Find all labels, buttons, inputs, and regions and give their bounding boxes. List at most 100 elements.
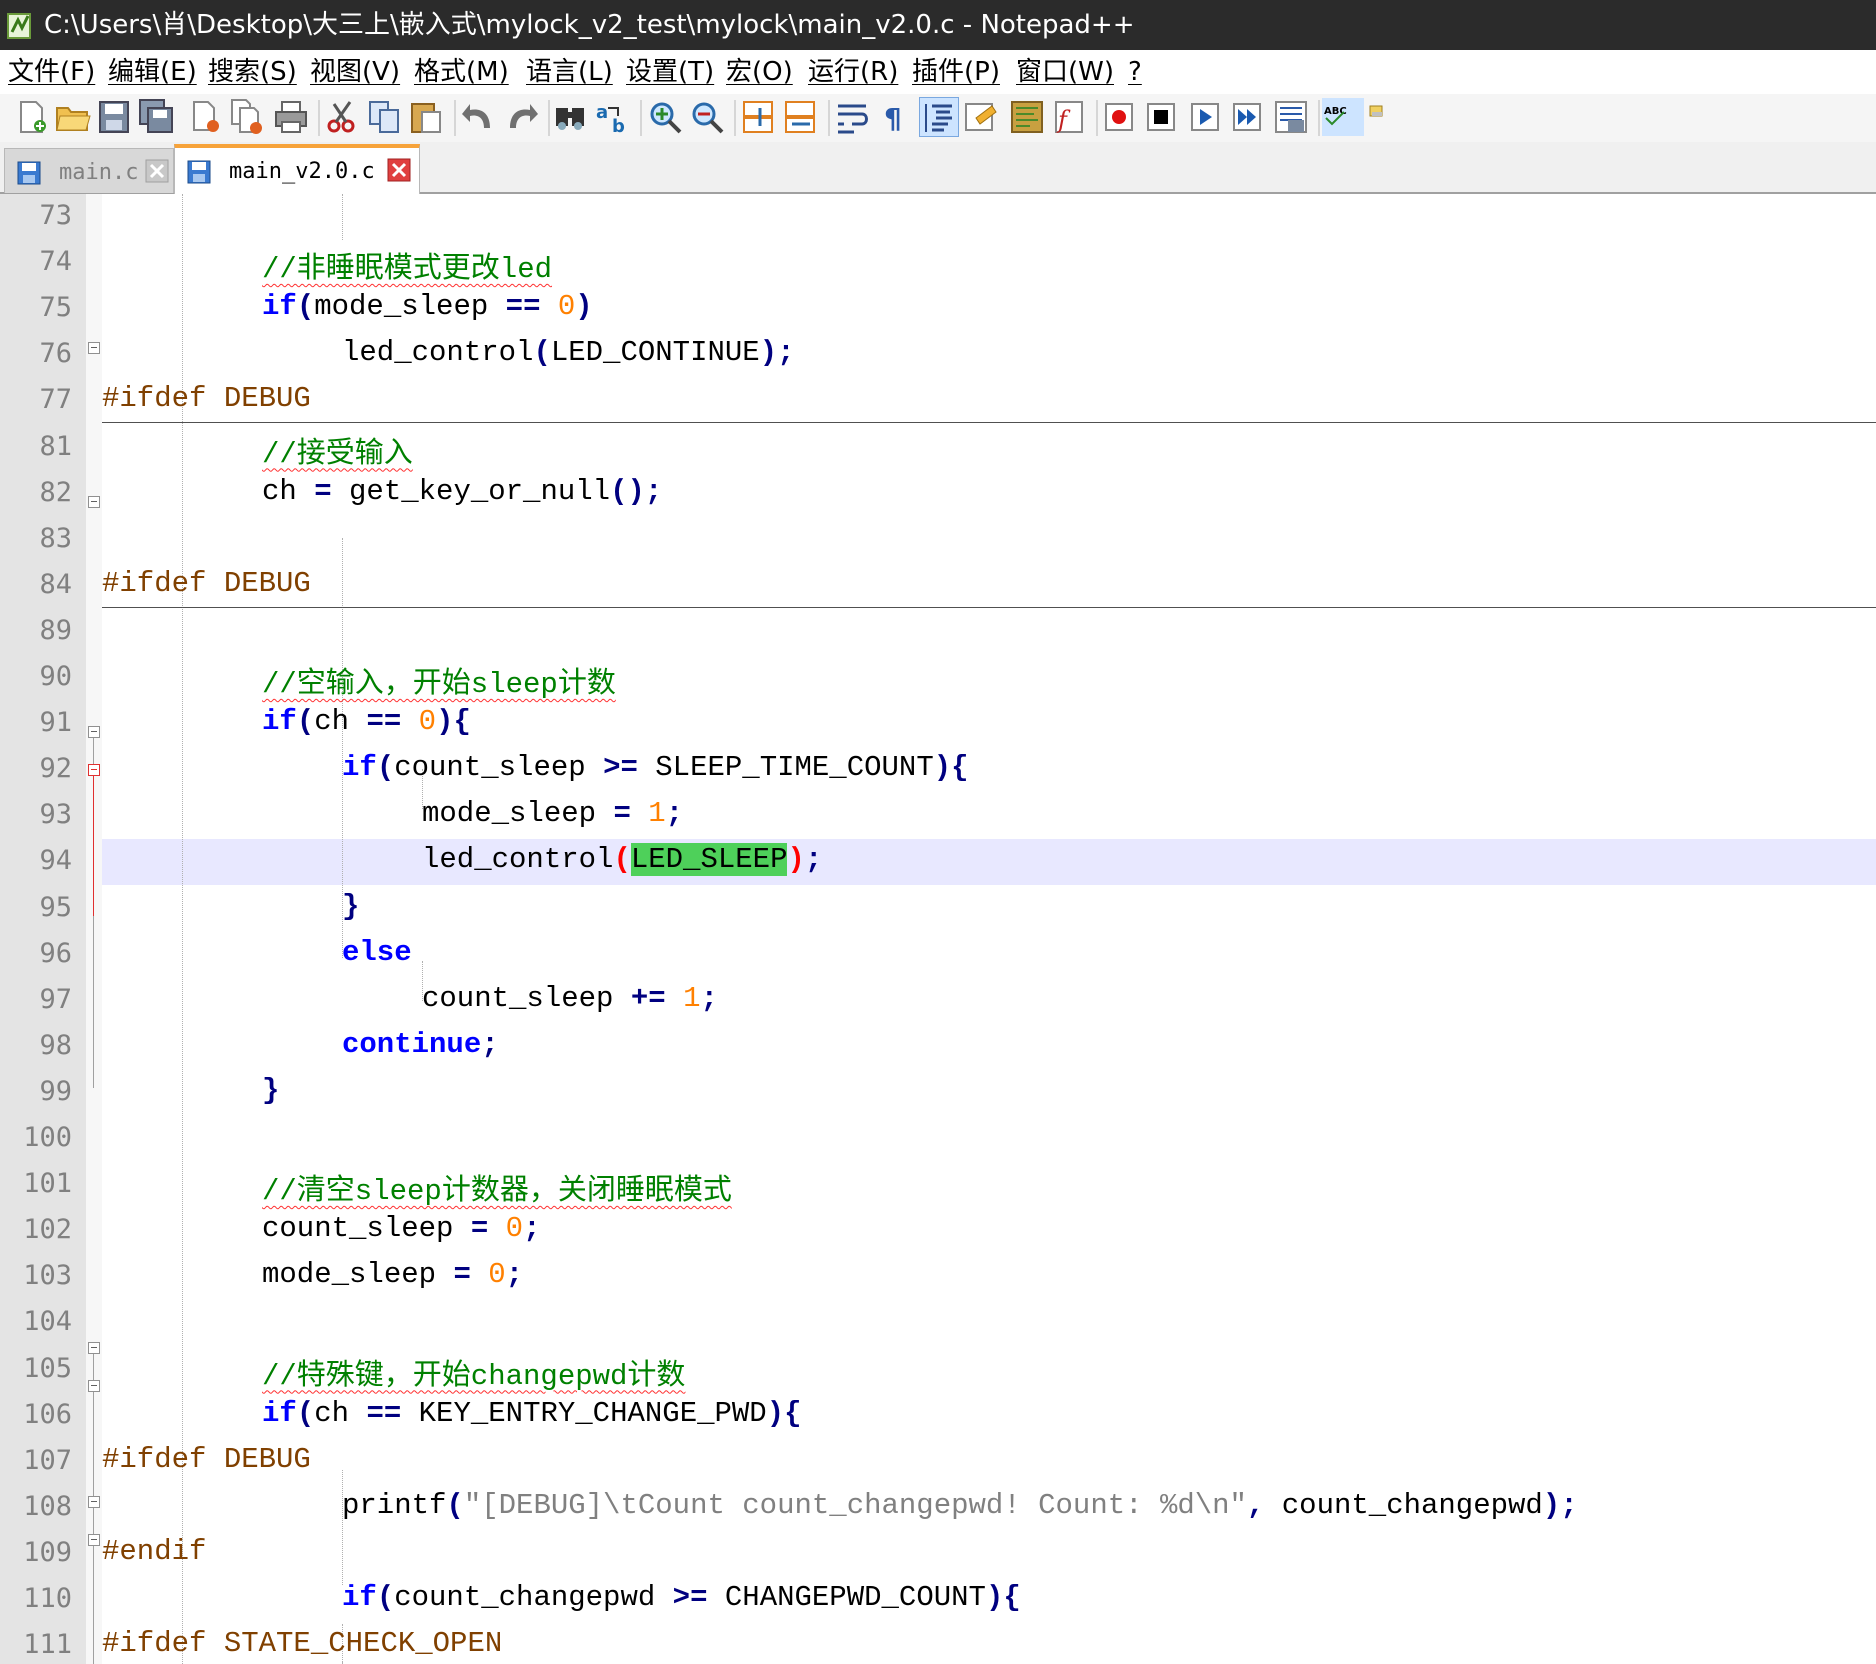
tab-bar: main.c main_v2.0.c: [0, 142, 1876, 196]
stop-record-icon[interactable]: [1142, 98, 1180, 136]
code-line[interactable]: if(ch == 0){: [262, 705, 471, 738]
undo-icon[interactable]: [460, 98, 498, 136]
menu-plugins[interactable]: 插件(P): [912, 50, 1000, 94]
code-line[interactable]: led_control(LED_SLEEP);: [422, 843, 822, 877]
code-line[interactable]: if(mode_sleep == 0): [262, 290, 593, 323]
fold-toggle-icon[interactable]: [88, 764, 100, 776]
paste-icon[interactable]: [408, 98, 446, 136]
close-tab-icon[interactable]: [387, 158, 411, 182]
fold-toggle-icon[interactable]: [88, 1534, 100, 1546]
code-line[interactable]: //清空sleep计数器，关闭睡眠模式: [262, 1166, 732, 1208]
menu-run[interactable]: 运行(R): [808, 50, 898, 94]
find-icon[interactable]: [552, 98, 590, 136]
code-line[interactable]: //空输入，开始sleep计数: [262, 659, 616, 701]
menu-window[interactable]: 窗口(W): [1016, 50, 1114, 94]
tab-main-v2-0-c[interactable]: main_v2.0.c: [174, 144, 420, 196]
menu-edit[interactable]: 编辑(E): [108, 50, 197, 94]
line-number: 74: [39, 246, 72, 278]
code-line[interactable]: count_sleep += 1;: [422, 982, 718, 1015]
fold-margin[interactable]: [86, 194, 102, 1664]
menu-file[interactable]: 文件(F): [8, 50, 95, 94]
print-icon[interactable]: [272, 98, 310, 136]
window-title: C:\Users\肖\Desktop\大三上\嵌入式\mylock_v2_tes…: [44, 10, 1135, 40]
function-list-icon[interactable]: f: [1050, 98, 1088, 136]
save-all-icon[interactable]: [138, 98, 176, 136]
line-number: 107: [23, 1444, 72, 1476]
line-number: 75: [39, 292, 72, 324]
menu-format[interactable]: 格式(M): [414, 50, 509, 94]
svg-text:a: a: [596, 102, 608, 123]
code-line[interactable]: if(count_changepwd >= CHANGEPWD_COUNT){: [342, 1581, 1021, 1614]
doc-map-icon[interactable]: [1008, 98, 1046, 136]
save-macro-icon[interactable]: [1272, 98, 1310, 136]
fold-toggle-icon[interactable]: [88, 342, 100, 354]
code-line[interactable]: //接受输入: [262, 429, 413, 471]
code-line[interactable]: //非睡眠模式更改led: [262, 244, 552, 286]
sync-horizontal-icon[interactable]: [782, 98, 820, 136]
menu-settings[interactable]: 设置(T): [626, 50, 714, 94]
redo-icon[interactable]: [502, 98, 540, 136]
code-line[interactable]: mode_sleep = 0;: [262, 1258, 523, 1291]
code-line[interactable]: ch = get_key_or_null();: [262, 475, 662, 508]
code-line[interactable]: led_control(LED_CONTINUE);: [342, 336, 795, 369]
save-icon[interactable]: [96, 98, 134, 136]
run-macro-multiple-icon[interactable]: [1228, 98, 1266, 136]
code-line[interactable]: //特殊键，开始changepwd计数: [262, 1351, 685, 1393]
menu-bar: 文件(F) 编辑(E) 搜索(S) 视图(V) 格式(M) 语言(L) 设置(T…: [0, 50, 1876, 95]
play-macro-icon[interactable]: [1186, 98, 1224, 136]
line-number: 111: [23, 1629, 72, 1661]
code-editor[interactable]: 73 74 //非睡眠模式更改led 75 if(mode_sleep == 0) 76 l…: [0, 194, 1876, 1664]
zoom-in-icon[interactable]: [646, 98, 684, 136]
code-line[interactable]: #ifdef DEBUG: [102, 567, 311, 600]
menu-macro[interactable]: 宏(O): [726, 50, 793, 94]
code-line[interactable]: }: [262, 1074, 279, 1107]
replace-icon[interactable]: ab: [594, 98, 632, 137]
line-number: 103: [23, 1260, 72, 1292]
fold-toggle-icon[interactable]: [88, 1496, 100, 1508]
menu-help[interactable]: ?: [1128, 50, 1142, 94]
record-macro-icon[interactable]: [1100, 98, 1138, 136]
tab-main-c[interactable]: main.c: [4, 148, 174, 193]
code-line[interactable]: #ifdef STATE_CHECK_OPEN: [102, 1627, 502, 1660]
new-file-icon[interactable]: [12, 98, 50, 136]
code-line[interactable]: printf("[DEBUG]\tCount count_changepwd! …: [342, 1489, 1578, 1522]
code-line[interactable]: else: [342, 936, 412, 969]
menu-view[interactable]: 视图(V): [310, 50, 400, 94]
word-wrap-icon[interactable]: [834, 98, 872, 136]
show-all-chars-icon[interactable]: ¶: [876, 98, 914, 136]
code-line[interactable]: #ifdef DEBUG: [102, 382, 311, 415]
fold-toggle-icon[interactable]: [88, 496, 100, 508]
user-language-icon[interactable]: [962, 98, 1000, 136]
fold-toggle-icon[interactable]: [88, 1380, 100, 1392]
svg-text:b: b: [612, 116, 625, 136]
code-line[interactable]: count_sleep = 0;: [262, 1212, 540, 1245]
zoom-out-icon[interactable]: [688, 98, 726, 136]
line-number: 108: [23, 1490, 72, 1522]
line-number: 97: [39, 983, 72, 1015]
open-file-icon[interactable]: [54, 98, 92, 136]
sync-vertical-icon[interactable]: [740, 98, 778, 136]
copy-icon[interactable]: [366, 98, 404, 136]
cut-icon[interactable]: [324, 98, 362, 136]
fold-toggle-icon[interactable]: [88, 726, 100, 738]
close-icon[interactable]: [186, 98, 224, 136]
close-tab-icon[interactable]: [145, 159, 169, 183]
misc-icon[interactable]: [1366, 98, 1404, 136]
line-number: 93: [39, 799, 72, 831]
saved-file-icon: [17, 161, 41, 185]
code-line[interactable]: if(ch == KEY_ENTRY_CHANGE_PWD){: [262, 1397, 802, 1430]
close-all-icon[interactable]: [228, 98, 266, 136]
code-line[interactable]: #endif: [102, 1535, 206, 1568]
line-number: 98: [39, 1029, 72, 1061]
indent-guide-icon[interactable]: [919, 97, 959, 137]
line-number: 91: [39, 707, 72, 739]
fold-toggle-icon[interactable]: [88, 1342, 100, 1354]
code-line[interactable]: }: [342, 890, 359, 923]
code-line[interactable]: mode_sleep = 1;: [422, 797, 683, 830]
code-line[interactable]: if(count_sleep >= SLEEP_TIME_COUNT){: [342, 751, 969, 784]
menu-language[interactable]: 语言(L): [526, 50, 613, 94]
code-line[interactable]: #ifdef DEBUG: [102, 1443, 311, 1476]
menu-search[interactable]: 搜索(S): [208, 50, 297, 94]
code-line[interactable]: continue;: [342, 1028, 499, 1061]
spell-check-icon[interactable]: ABC: [1322, 98, 1364, 136]
